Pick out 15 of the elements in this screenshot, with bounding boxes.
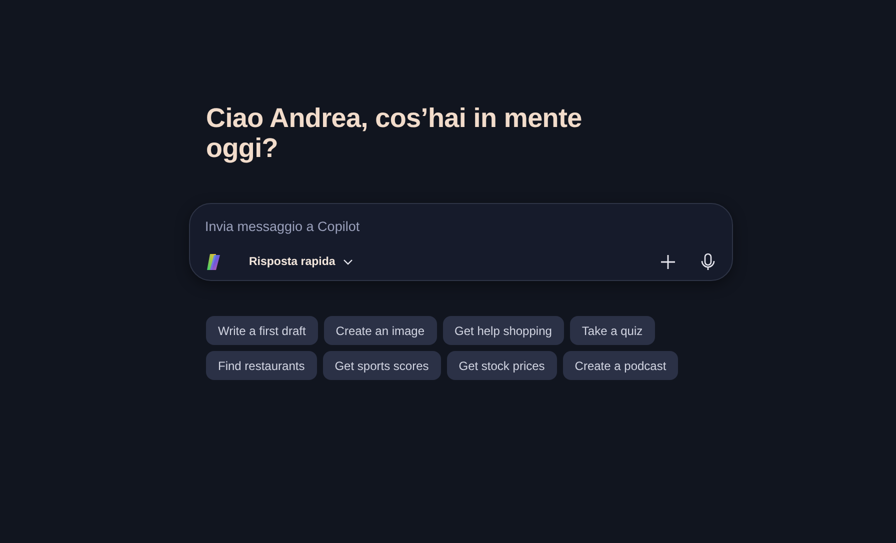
microphone-icon[interactable]	[700, 253, 716, 271]
suggestion-chip[interactable]: Get sports scores	[322, 351, 441, 380]
mode-dropdown[interactable]: Risposta rapida	[239, 252, 364, 272]
greeting-heading: Ciao Andrea, cos’hai in mente oggi?	[206, 103, 583, 163]
suggestion-chip[interactable]: Create a podcast	[562, 351, 678, 380]
suggestion-chip[interactable]: Find restaurants	[206, 351, 317, 380]
suggestion-chip[interactable]: Take a quiz	[570, 316, 655, 345]
message-field[interactable]: Invia messaggio a Copilot	[205, 216, 716, 236]
logo-icon	[205, 253, 223, 271]
suggestion-chip[interactable]: Write a first draft	[206, 316, 318, 345]
suggestion-chip[interactable]: Get help shopping	[442, 316, 564, 345]
suggestion-chip[interactable]: Create an image	[324, 316, 437, 345]
suggestion-chip[interactable]: Get stock prices	[446, 351, 557, 380]
caret-icon	[343, 259, 354, 265]
plus-icon[interactable]	[660, 254, 676, 270]
